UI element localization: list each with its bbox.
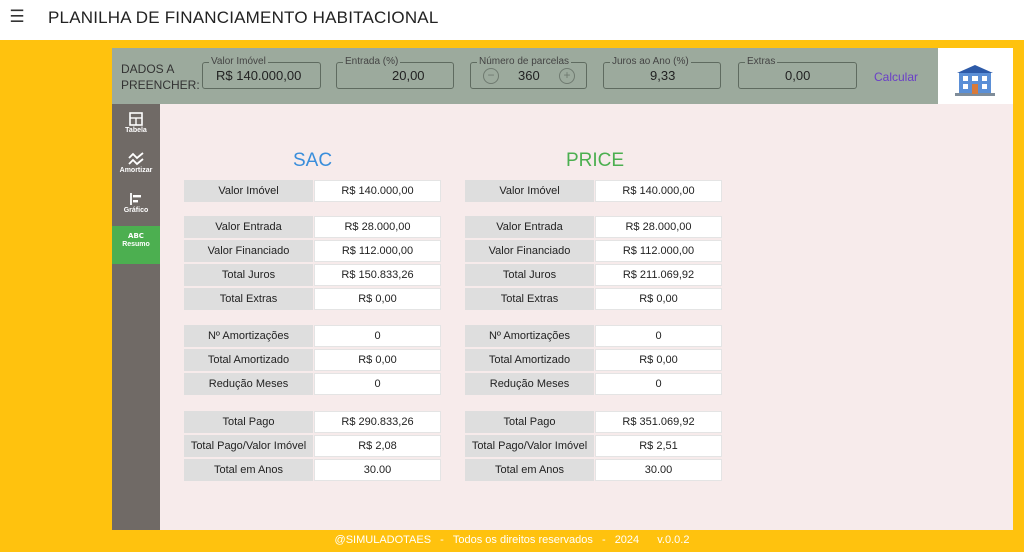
row-value: R$ 2,08 [314,435,441,457]
table-icon [129,112,143,126]
row-label: Valor Imóvel [184,180,313,202]
minus-icon[interactable]: − [483,68,499,84]
amortize-icon [128,152,144,166]
row-label: Redução Meses [184,373,313,395]
sidebar-item-amortizar[interactable]: Amortizar [112,148,160,186]
main-panel: DADOS A PREENCHER: Valor Imóvel R$ 140.0… [112,48,1013,530]
row-value: R$ 290.833,26 [314,411,441,433]
row-label: Total Pago [465,411,594,433]
row-value: R$ 0,00 [595,349,722,371]
row-label: Total Extras [184,288,313,310]
row-value: 0 [595,325,722,347]
summary-content: SAC PRICE Valor Imóvel R$ 140.000,00 Valor… [160,104,1013,530]
entrada-value: 20,00 [392,68,425,83]
building-icon [955,65,995,96]
row-value: R$ 112.000,00 [314,240,441,262]
row-value: R$ 0,00 [314,288,441,310]
footer-credit: @SIMULADOTAES [334,534,432,546]
footer: @SIMULADOTAES - Todos os direitos reserv… [334,534,690,546]
row-value: 30.00 [314,459,441,481]
row-value: R$ 112.000,00 [595,240,722,262]
row-label: Valor Financiado [465,240,594,262]
juros-label: Juros ao Ano (%) [610,56,691,67]
row-label: Total Amortizado [465,349,594,371]
row-label: Valor Entrada [184,216,313,238]
row-value: R$ 140.000,00 [595,180,722,202]
sidebar-item-grafico[interactable]: Gráfico [112,188,160,226]
extras-value: 0,00 [785,68,811,83]
row-label: Redução Meses [465,373,594,395]
valor-imovel-field[interactable]: Valor Imóvel R$ 140.000,00 [202,56,321,89]
parcelas-label: Número de parcelas [477,56,572,67]
row-value: R$ 140.000,00 [314,180,441,202]
parcelas-value: 360 [518,68,540,83]
footer-rights: Todos os direitos reservados [452,534,593,546]
row-value: 0 [314,373,441,395]
row-label: Total Pago [184,411,313,433]
row-label: Total em Anos [465,459,594,481]
valor-imovel-label: Valor Imóvel [209,56,268,67]
row-value: R$ 28.000,00 [314,216,441,238]
sidebar-item-resumo[interactable]: ABC Resumo [112,226,160,264]
row-label: Total Juros [184,264,313,286]
inputs-bar: DADOS A PREENCHER: Valor Imóvel R$ 140.0… [112,48,938,104]
entrada-label: Entrada (%) [343,56,401,67]
row-label: Nº Amortizações [184,325,313,347]
abc-icon: ABC [128,232,144,240]
juros-field[interactable]: Juros ao Ano (%) 9,33 [603,56,721,89]
chart-icon [130,193,141,205]
row-value: 0 [595,373,722,395]
row-value: 30.00 [595,459,722,481]
row-label: Nº Amortizações [465,325,594,347]
row-value: R$ 211.069,92 [595,264,722,286]
row-value: R$ 351.069,92 [595,411,722,433]
sidebar-item-label: Tabela [125,127,147,134]
row-value: R$ 0,00 [595,288,722,310]
row-label: Total Juros [465,264,594,286]
parcelas-stepper[interactable]: Número de parcelas − 360 + [470,56,587,89]
logo [938,48,1013,104]
inputs-label: DADOS A PREENCHER: [121,62,200,92]
sidebar-item-label: Resumo [122,241,150,248]
valor-imovel-value: R$ 140.000,00 [216,68,302,83]
row-label: Total Amortizado [184,349,313,371]
row-label: Valor Imóvel [465,180,594,202]
sidebar-item-tabela[interactable]: Tabela [112,108,160,146]
row-label: Total Extras [465,288,594,310]
plus-icon[interactable]: + [559,68,575,84]
row-label: Valor Entrada [465,216,594,238]
price-title: PRICE [566,150,625,171]
row-value: R$ 2,51 [595,435,722,457]
top-bar: ☰ PLANILHA DE FINANCIAMENTO HABITACIONAL [0,0,1024,40]
sidebar-item-label: Gráfico [123,207,149,214]
calcular-button[interactable]: Calcular [874,70,918,84]
row-label: Total Pago/Valor Imóvel [465,435,594,457]
sidebar-item-label: Amortizar [119,167,153,174]
sidebar: Tabela Amortizar Gráfico ABC Resumo [112,104,160,530]
row-value: R$ 150.833,26 [314,264,441,286]
page-title: PLANILHA DE FINANCIAMENTO HABITACIONAL [48,8,439,27]
hamburger-icon[interactable]: ☰ [6,6,28,28]
row-value: R$ 28.000,00 [595,216,722,238]
row-label: Total em Anos [184,459,313,481]
sac-title: SAC [293,150,333,171]
svg-text:ABC: ABC [128,232,144,240]
extras-label: Extras [745,56,778,67]
row-label: Total Pago/Valor Imóvel [184,435,313,457]
row-value: R$ 0,00 [314,349,441,371]
footer-version: v.0.0.2 [657,534,690,546]
row-label: Valor Financiado [184,240,313,262]
footer-year: 2024 [614,534,640,546]
extras-field[interactable]: Extras 0,00 [738,56,857,89]
row-value: 0 [314,325,441,347]
juros-value: 9,33 [650,68,676,83]
entrada-field[interactable]: Entrada (%) 20,00 [336,56,454,89]
